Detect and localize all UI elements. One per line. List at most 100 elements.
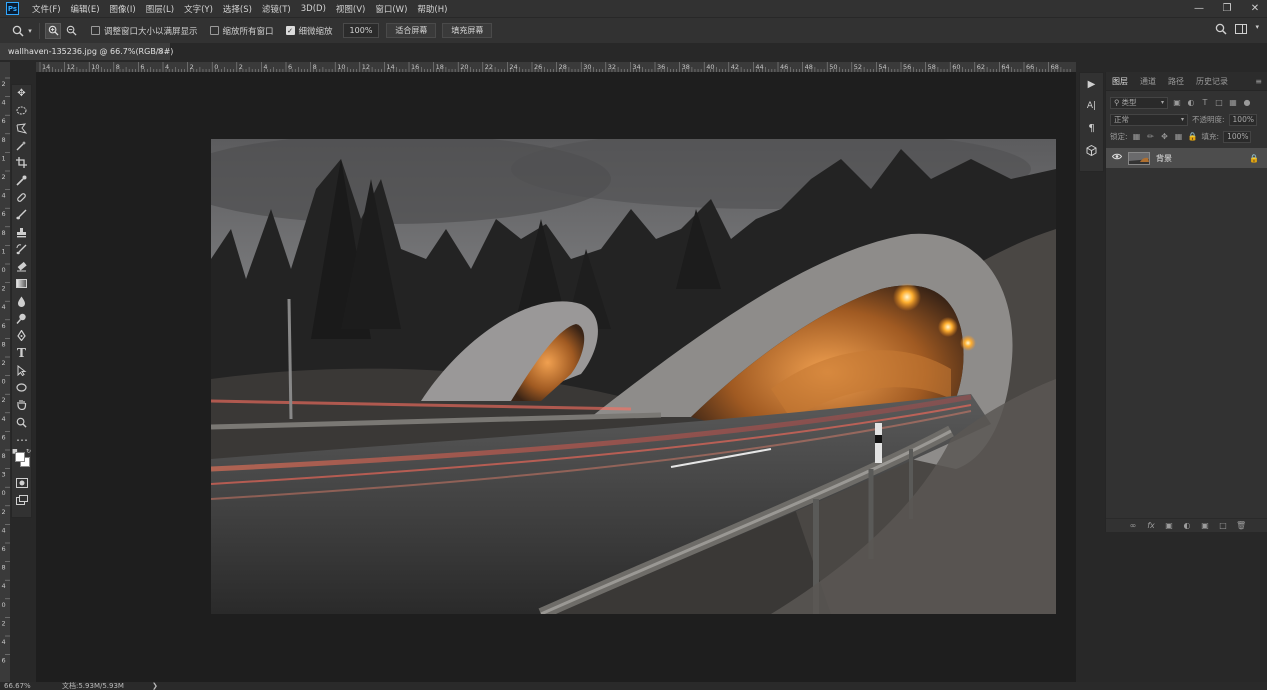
panel-menu-icon[interactable]: ≡: [1255, 77, 1262, 86]
menu-filter[interactable]: 滤镜(T): [257, 3, 296, 15]
fill-field[interactable]: 100%: [1223, 130, 1252, 143]
trash-icon[interactable]: 🗑: [1236, 521, 1246, 530]
clone-stamp-tool-icon[interactable]: [12, 223, 31, 240]
close-icon[interactable]: ×: [156, 47, 164, 57]
menu-3d[interactable]: 3D(D): [296, 4, 331, 14]
lock-pixels-icon[interactable]: ✏: [1146, 132, 1156, 142]
healing-brush-tool-icon[interactable]: [12, 189, 31, 206]
brush-tool-icon[interactable]: [12, 206, 31, 223]
zoom-tool-preset-icon[interactable]: [10, 23, 26, 39]
scrubby-zoom-checkbox[interactable]: ✓ 细微缩放: [285, 25, 333, 37]
menu-window[interactable]: 窗口(W): [370, 3, 412, 15]
play-actions-icon[interactable]: ▶: [1080, 73, 1103, 95]
link-layers-icon[interactable]: ∞: [1128, 521, 1138, 530]
filter-pixel-icon[interactable]: ▣: [1172, 98, 1182, 108]
ruler-label: 18: [436, 63, 444, 71]
fill-screen-button[interactable]: 填充屏幕: [442, 23, 493, 38]
status-menu-chevron-icon[interactable]: ❯: [152, 682, 158, 690]
document-canvas-image[interactable]: [211, 139, 1056, 614]
tab-layers[interactable]: 图层: [1106, 76, 1134, 87]
new-group-folder-icon[interactable]: ▣: [1200, 521, 1210, 530]
3d-cube-icon[interactable]: [1080, 139, 1103, 161]
tab-history[interactable]: 历史记录: [1190, 76, 1234, 87]
more-tools-icon[interactable]: ⋯: [12, 431, 31, 448]
zoom-percent-field[interactable]: 100%: [342, 23, 380, 38]
document-tab[interactable]: wallhaven-135236.jpg @ 66.7%(RGB/8#) ×: [0, 43, 173, 60]
menu-select[interactable]: 选择(S): [218, 3, 257, 15]
checkbox-box[interactable]: [209, 26, 219, 35]
chevron-down-icon[interactable]: ▾: [1255, 23, 1259, 38]
tab-channels[interactable]: 通道: [1134, 76, 1162, 87]
ellipse-tool-icon[interactable]: [12, 379, 31, 396]
layer-name[interactable]: 背景: [1156, 153, 1172, 164]
type-tool-icon[interactable]: T: [12, 344, 31, 361]
quick-mask-icon[interactable]: [12, 474, 31, 491]
zoom-out-icon[interactable]: [63, 23, 79, 39]
path-selection-tool-icon[interactable]: [12, 362, 31, 379]
lock-transparency-icon[interactable]: ▦: [1132, 132, 1142, 142]
blur-tool-icon[interactable]: [12, 293, 31, 310]
menu-image[interactable]: 图像(I): [105, 3, 141, 15]
lock-artboard-icon[interactable]: ▦: [1174, 132, 1184, 142]
menu-layer[interactable]: 图层(L): [141, 3, 179, 15]
add-mask-icon[interactable]: ▣: [1164, 521, 1174, 530]
zoom-tool-icon[interactable]: [12, 414, 31, 431]
lasso-tool-icon[interactable]: [12, 120, 31, 137]
swap-colors-icon[interactable]: ↻: [26, 448, 31, 455]
zoom-all-windows-checkbox[interactable]: 缩放所有窗口: [209, 25, 274, 37]
resize-windows-checkbox[interactable]: 调整窗口大小以满屏显示: [91, 25, 198, 37]
magic-wand-tool-icon[interactable]: [12, 137, 31, 154]
minimize-icon[interactable]: —: [1193, 3, 1205, 14]
color-swatches[interactable]: ■ ↻: [12, 448, 31, 474]
fit-screen-button[interactable]: 适合屏幕: [386, 23, 437, 38]
canvas-workspace[interactable]: [36, 72, 1076, 682]
search-icon[interactable]: [1215, 23, 1228, 38]
filter-toggle-icon[interactable]: ●: [1242, 98, 1252, 108]
fx-icon[interactable]: fx: [1146, 521, 1156, 530]
filter-shape-icon[interactable]: □: [1214, 98, 1224, 108]
adjustment-layer-icon[interactable]: ◐: [1182, 521, 1192, 530]
new-layer-icon[interactable]: □: [1218, 521, 1228, 530]
workspace-switcher-icon[interactable]: [1235, 23, 1248, 38]
menu-type[interactable]: 文字(Y): [179, 3, 218, 15]
menu-edit[interactable]: 编辑(E): [66, 3, 105, 15]
eyedropper-tool-icon[interactable]: [12, 171, 31, 188]
move-tool-icon[interactable]: ✥: [12, 85, 31, 102]
menu-view[interactable]: 视图(V): [331, 3, 370, 15]
checkmark-icon[interactable]: ✓: [285, 26, 295, 35]
opacity-field[interactable]: 100%: [1228, 113, 1257, 126]
lock-all-icon[interactable]: 🔒: [1188, 132, 1198, 142]
history-brush-tool-icon[interactable]: [12, 241, 31, 258]
eraser-tool-icon[interactable]: [12, 258, 31, 275]
restore-icon[interactable]: ❐: [1221, 3, 1233, 14]
close-icon[interactable]: ✕: [1249, 3, 1261, 14]
screen-mode-icon[interactable]: [12, 492, 31, 509]
menu-help[interactable]: 帮助(H): [412, 3, 452, 15]
tab-paths[interactable]: 路径: [1162, 76, 1190, 87]
crop-tool-icon[interactable]: [12, 154, 31, 171]
checkbox-box[interactable]: [91, 26, 100, 35]
dodge-tool-icon[interactable]: [12, 310, 31, 327]
lock-position-icon[interactable]: ✥: [1160, 132, 1170, 142]
filter-type-icon[interactable]: T: [1200, 98, 1210, 108]
character-panel-icon[interactable]: A|: [1080, 95, 1103, 117]
paragraph-panel-icon[interactable]: ¶: [1080, 117, 1103, 139]
pen-tool-icon[interactable]: [12, 327, 31, 344]
filter-smart-object-icon[interactable]: ▦: [1228, 98, 1238, 108]
ruler-vertical[interactable]: 24681246810246820246830246840246: [0, 72, 10, 682]
gradient-tool-icon[interactable]: [12, 275, 31, 292]
elliptical-marquee-tool-icon[interactable]: [12, 102, 31, 119]
ruler-origin[interactable]: [0, 62, 10, 72]
eye-visibility-icon[interactable]: [1111, 153, 1123, 163]
ruler-horizontal[interactable]: 14 12 10 8 6 4 2 0 2 4 6 8 10 12 14 16 18 20 22 24 26 28 30 32 3…: [36, 62, 1076, 72]
hand-tool-icon[interactable]: [12, 396, 31, 413]
layer-row-background[interactable]: 背景 🔒: [1106, 148, 1267, 168]
layer-filter-dropdown[interactable]: ⚲ 类型 ▾: [1110, 96, 1168, 109]
filter-adjustment-icon[interactable]: ◐: [1186, 98, 1196, 108]
zoom-level-readout[interactable]: 66.67%: [4, 682, 54, 690]
menu-file[interactable]: 文件(F): [27, 3, 66, 15]
blend-mode-dropdown[interactable]: 正常 ▾: [1110, 113, 1188, 126]
zoom-in-icon[interactable]: [45, 22, 61, 39]
chevron-down-icon[interactable]: ▾: [26, 23, 34, 39]
foreground-color-swatch[interactable]: [15, 452, 25, 463]
